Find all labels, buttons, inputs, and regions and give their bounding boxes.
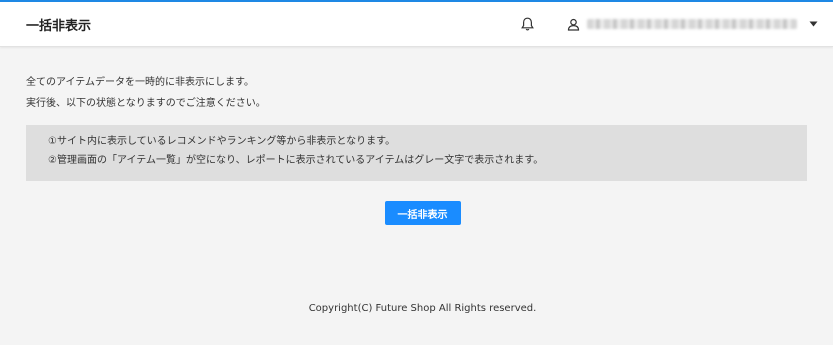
notice-line-1: ①サイト内に表示しているレコメンドやランキング等から非表示となります。 [48, 136, 396, 147]
intro-line-2: 実行後、以下の状態となりますのでご注意ください。 [26, 98, 266, 109]
header-bar: 一括非表示 [0, 2, 833, 47]
bell-icon[interactable] [519, 16, 535, 32]
main-content: 全てのアイテムデータを一時的に非表示にします。 実行後、以下の状態となりますので… [0, 47, 833, 225]
button-container: 一括非表示 [38, 201, 807, 225]
user-icon [567, 17, 581, 31]
intro-text: 全てのアイテムデータを一時的に非表示にします。 実行後、以下の状態となりますので… [26, 77, 807, 109]
intro-line-1: 全てのアイテムデータを一時的に非表示にします。 [26, 77, 254, 88]
page-title: 一括非表示 [26, 18, 92, 34]
caret-down-icon[interactable] [809, 19, 819, 29]
user-name-blurred [587, 19, 797, 29]
notice-line-2: ②管理画面の「アイテム一覧」が空になり、レポートに表示されているアイテムはグレー… [48, 155, 544, 166]
copyright-footer: Copyright(C) Future Shop All Rights rese… [308, 303, 537, 314]
user-menu[interactable] [567, 17, 819, 31]
bulk-hide-button[interactable]: 一括非表示 [384, 201, 461, 225]
notice-box: ①サイト内に表示しているレコメンドやランキング等から非表示となります。 ②管理画… [26, 125, 807, 181]
